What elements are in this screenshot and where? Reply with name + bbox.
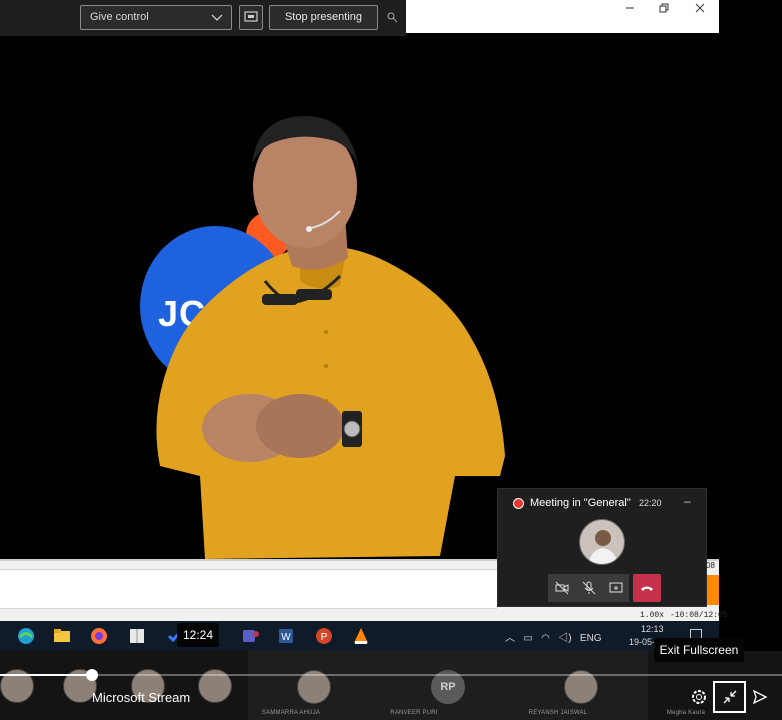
restore-icon xyxy=(659,3,669,13)
camera-button[interactable] xyxy=(548,574,575,602)
taskbar-date[interactable]: 19-05- xyxy=(629,637,655,647)
exit-fullscreen-button[interactable] xyxy=(713,681,746,713)
svg-text:P: P xyxy=(321,632,328,643)
close-icon xyxy=(695,3,705,13)
share-tray-button[interactable] xyxy=(239,5,263,30)
edge-icon[interactable] xyxy=(16,626,36,646)
minimize-meeting-button[interactable]: – xyxy=(684,494,691,508)
app-panel xyxy=(0,569,497,609)
mic-off-icon xyxy=(582,581,595,595)
share-screen-icon xyxy=(609,582,622,593)
zoom-label: 1.00x xyxy=(640,611,665,620)
meeting-duration: 22:20 xyxy=(639,498,662,508)
compact-meeting-window[interactable]: Meeting in "General" 22:20 – xyxy=(497,488,707,607)
seek-handle[interactable] xyxy=(86,669,98,681)
language-indicator[interactable]: ENG xyxy=(580,633,602,644)
strip-accent xyxy=(706,575,719,605)
recording-icon xyxy=(513,498,524,509)
pin-icon[interactable] xyxy=(386,11,398,23)
gear-icon[interactable] xyxy=(690,688,708,706)
minimize-icon xyxy=(626,7,634,9)
speaker-figure xyxy=(156,116,505,559)
hang-up-button[interactable] xyxy=(633,574,661,602)
video-stage[interactable]: JC xyxy=(0,36,719,559)
mic-button[interactable] xyxy=(575,574,602,602)
monitor-icon xyxy=(244,11,258,22)
word-icon[interactable]: W xyxy=(276,626,296,646)
seek-bar[interactable] xyxy=(0,674,782,676)
seek-progress xyxy=(0,674,92,676)
battery-icon[interactable]: ▭ xyxy=(523,633,532,644)
presenter-toolbar: Give control Stop presenting xyxy=(0,0,406,36)
shared-window-titlebar xyxy=(406,0,719,33)
vlc-icon[interactable] xyxy=(351,626,371,646)
close-window-button[interactable] xyxy=(689,3,711,17)
chevron-up-icon[interactable]: ︿ xyxy=(505,633,515,644)
send-icon[interactable] xyxy=(752,689,768,705)
give-control-label: Give control xyxy=(90,11,149,23)
exit-fullscreen-tooltip: Exit Fullscreen xyxy=(654,638,744,662)
restore-window-button[interactable] xyxy=(653,3,675,17)
participant-name: RANVEER PURI xyxy=(390,710,438,716)
system-tray[interactable]: ︿ ▭ ◠ ◁) ENG xyxy=(505,629,602,644)
taskbar-time[interactable]: 12:13 xyxy=(641,624,664,634)
right-margin xyxy=(719,0,782,651)
participant-name: REYANSH JAISWAL xyxy=(528,710,588,716)
windows-taskbar: 12:24 W P ︿ ▭ ◠ ◁) ENG 12:13 19-05- xyxy=(0,621,719,651)
powerpoint-icon[interactable]: P xyxy=(314,626,334,646)
file-explorer-icon[interactable] xyxy=(52,626,72,646)
clock-tooltip: 12:24 xyxy=(177,623,219,647)
meeting-title: Meeting in "General" xyxy=(530,497,631,509)
collapse-icon xyxy=(723,690,736,704)
phone-hangup-icon xyxy=(641,586,653,591)
reader-icon[interactable] xyxy=(127,626,147,646)
player-label: Microsoft Stream xyxy=(92,690,191,705)
time-range-label: -10:08/12:05 xyxy=(670,611,728,620)
wifi-icon[interactable]: ◠ xyxy=(541,633,550,644)
participant-video xyxy=(579,519,625,565)
meeting-controls xyxy=(548,574,661,602)
minimize-window-button[interactable] xyxy=(619,3,641,17)
firefox-icon[interactable] xyxy=(89,626,109,646)
chevron-down-icon xyxy=(211,14,223,21)
stop-presenting-button[interactable]: Stop presenting xyxy=(269,5,378,30)
give-control-dropdown[interactable]: Give control xyxy=(80,5,232,30)
participant-name: SAMMARRA AHUJA xyxy=(261,710,321,716)
strip-tag: 08 xyxy=(706,561,715,570)
teams-icon[interactable] xyxy=(240,626,260,646)
volume-icon[interactable]: ◁) xyxy=(558,633,571,644)
svg-text:W: W xyxy=(281,632,291,643)
share-button[interactable] xyxy=(602,574,629,602)
camera-off-icon xyxy=(555,581,568,595)
